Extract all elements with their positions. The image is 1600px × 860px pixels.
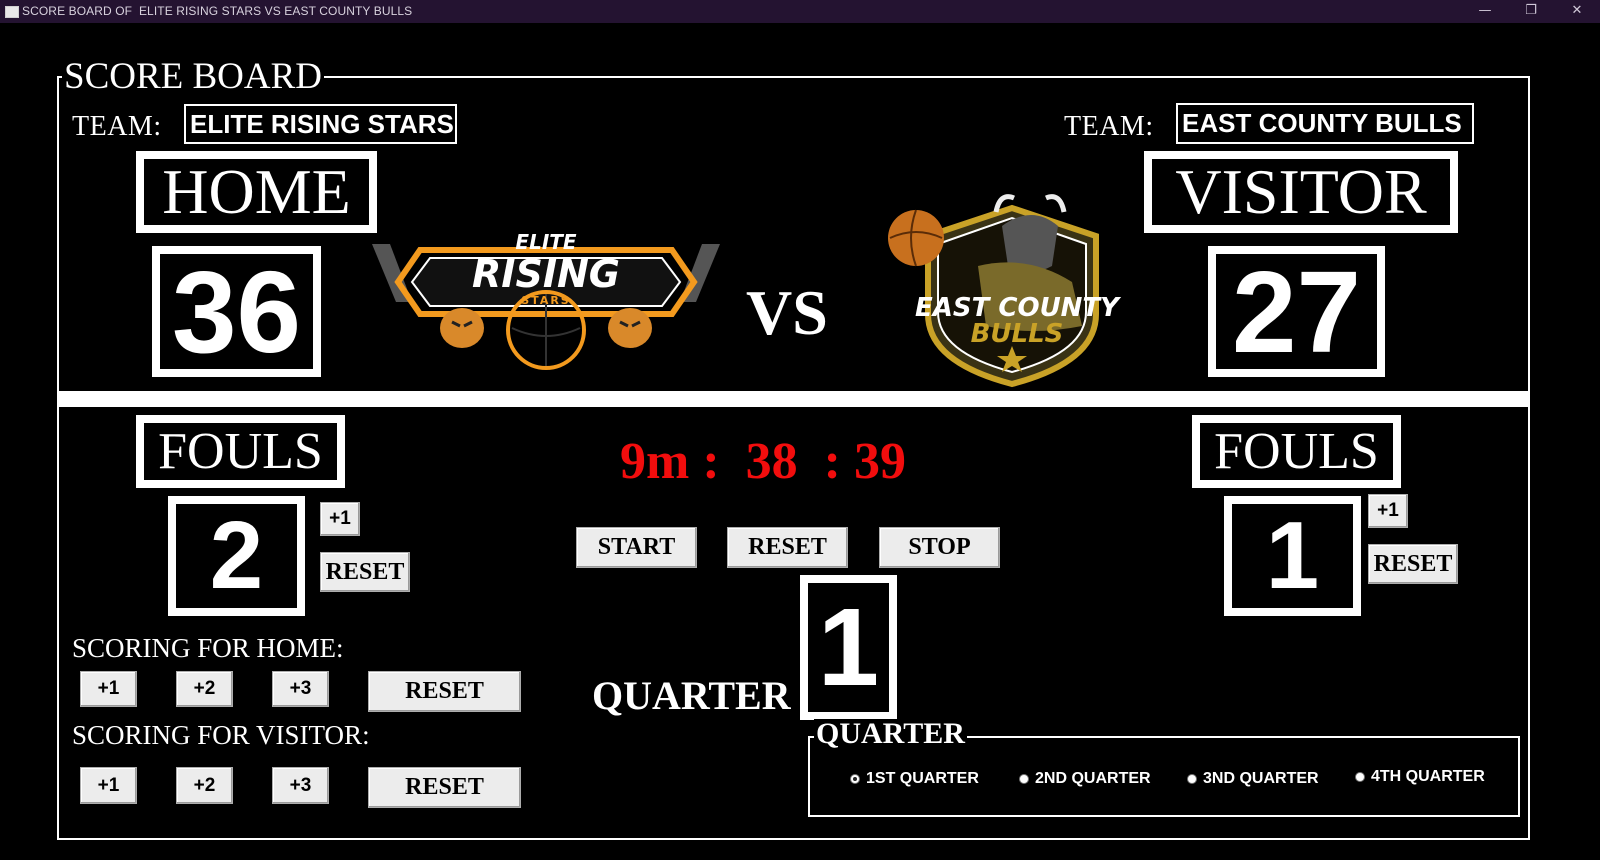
quarter-option-label: 2ND QUARTER xyxy=(1035,770,1151,787)
timer-separator: : xyxy=(823,433,841,490)
quarter-frame: 1 xyxy=(800,575,897,720)
timer-reset-button[interactable]: RESET xyxy=(727,527,848,568)
home-team-name-field[interactable]: ELITE RISING STARS xyxy=(184,104,457,144)
home-score-plus2-button[interactable]: +2 xyxy=(176,671,233,707)
quarter-option-1[interactable]: 1ST QUARTER xyxy=(850,770,979,788)
game-timer: 9m : 38 : 39 xyxy=(620,432,906,491)
visitor-title: VISITOR xyxy=(1175,156,1427,227)
timer-seconds: 38 xyxy=(745,433,798,490)
quarter-option-3[interactable]: 3ND QUARTER xyxy=(1187,770,1319,788)
home-title-frame: HOME xyxy=(136,151,377,233)
home-fouls-value: 2 xyxy=(209,502,264,609)
visitor-fouls-frame: 1 xyxy=(1224,496,1361,616)
visitor-logo-line1: EAST COUNTY xyxy=(914,293,1119,323)
timer-separator: : xyxy=(702,433,720,490)
visitor-score-plus1-button[interactable]: +1 xyxy=(80,767,137,804)
quarter-option-2[interactable]: 2ND QUARTER xyxy=(1019,770,1151,788)
home-score-plus1-button[interactable]: +1 xyxy=(80,671,137,707)
quarter-group-legend: QUARTER xyxy=(814,717,967,750)
home-title: HOME xyxy=(162,156,351,227)
home-foul-reset-button[interactable]: RESET xyxy=(320,552,410,592)
visitor-foul-plus-button[interactable]: +1 xyxy=(1368,494,1408,528)
home-fouls-title: FOULS xyxy=(158,422,323,480)
quarter-option-4[interactable]: 4TH QUARTER xyxy=(1355,768,1485,786)
visitor-foul-reset-button[interactable]: RESET xyxy=(1368,544,1458,584)
scoring-home-label: SCORING FOR HOME: xyxy=(72,633,344,663)
minimize-icon[interactable]: — xyxy=(1462,0,1508,23)
scoreboard-legend: SCORE BOARD xyxy=(62,56,325,97)
quarter-option-label: 1ST QUARTER xyxy=(866,770,979,787)
timer-minutes: 9m xyxy=(620,433,690,490)
timer-stop-button[interactable]: STOP xyxy=(879,527,1000,568)
home-score-frame: 36 xyxy=(152,246,321,377)
home-logo-line2: RISING xyxy=(472,252,620,296)
quarter-option-label: 3ND QUARTER xyxy=(1203,770,1319,787)
visitor-team-name-field[interactable]: EAST COUNTY BULLS xyxy=(1176,103,1474,144)
close-icon[interactable]: ✕ xyxy=(1554,0,1600,23)
visitor-logo-line2: BULLS xyxy=(970,319,1064,349)
visitor-fouls-title-frame: FOULS xyxy=(1192,415,1401,488)
radio-selected-icon[interactable] xyxy=(850,774,860,784)
visitor-title-frame: VISITOR xyxy=(1144,151,1458,233)
window-title-bar: SCORE BOARD OF ELITE RISING STARS VS EAS… xyxy=(0,0,1600,23)
restore-icon[interactable]: ❐ xyxy=(1508,0,1554,23)
quarter-option-label: 4TH QUARTER xyxy=(1371,768,1485,785)
visitor-score-frame: 27 xyxy=(1208,246,1385,377)
quarter-label: QUARTER xyxy=(592,673,791,718)
radio-unselected-icon[interactable] xyxy=(1019,774,1029,784)
visitor-score-plus2-button[interactable]: +2 xyxy=(176,767,233,804)
visitor-score-reset-button[interactable]: RESET xyxy=(368,767,521,808)
radio-unselected-icon[interactable] xyxy=(1187,774,1197,784)
home-score-plus3-button[interactable]: +3 xyxy=(272,671,329,707)
home-fouls-frame: 2 xyxy=(168,496,305,616)
scoring-visitor-label: SCORING FOR VISITOR: xyxy=(72,720,370,750)
visitor-score: 27 xyxy=(1231,246,1362,377)
app-icon xyxy=(5,6,19,18)
visitor-team-label: TEAM: xyxy=(1064,111,1154,142)
timer-fraction: 39 xyxy=(853,433,906,490)
home-team-label: TEAM: xyxy=(72,111,162,142)
vs-text: VS xyxy=(746,277,828,348)
home-fouls-title-frame: FOULS xyxy=(136,415,345,488)
home-foul-plus-button[interactable]: +1 xyxy=(320,502,360,536)
quarter-value: 1 xyxy=(817,585,880,709)
home-score: 36 xyxy=(171,246,302,377)
radio-unselected-icon[interactable] xyxy=(1355,772,1365,782)
home-logo-line3: STARS xyxy=(521,294,571,307)
home-team-logo: ELITE RISING STARS xyxy=(372,232,720,370)
home-logo-line1: ELITE xyxy=(515,230,577,254)
timer-start-button[interactable]: START xyxy=(576,527,697,568)
visitor-fouls-title: FOULS xyxy=(1214,422,1379,480)
home-score-reset-button[interactable]: RESET xyxy=(368,671,521,712)
visitor-score-plus3-button[interactable]: +3 xyxy=(272,767,329,804)
window-title: SCORE BOARD OF ELITE RISING STARS VS EAS… xyxy=(22,4,413,18)
visitor-fouls-value: 1 xyxy=(1265,502,1320,609)
visitor-team-logo: EAST COUNTY BULLS xyxy=(882,186,1152,392)
